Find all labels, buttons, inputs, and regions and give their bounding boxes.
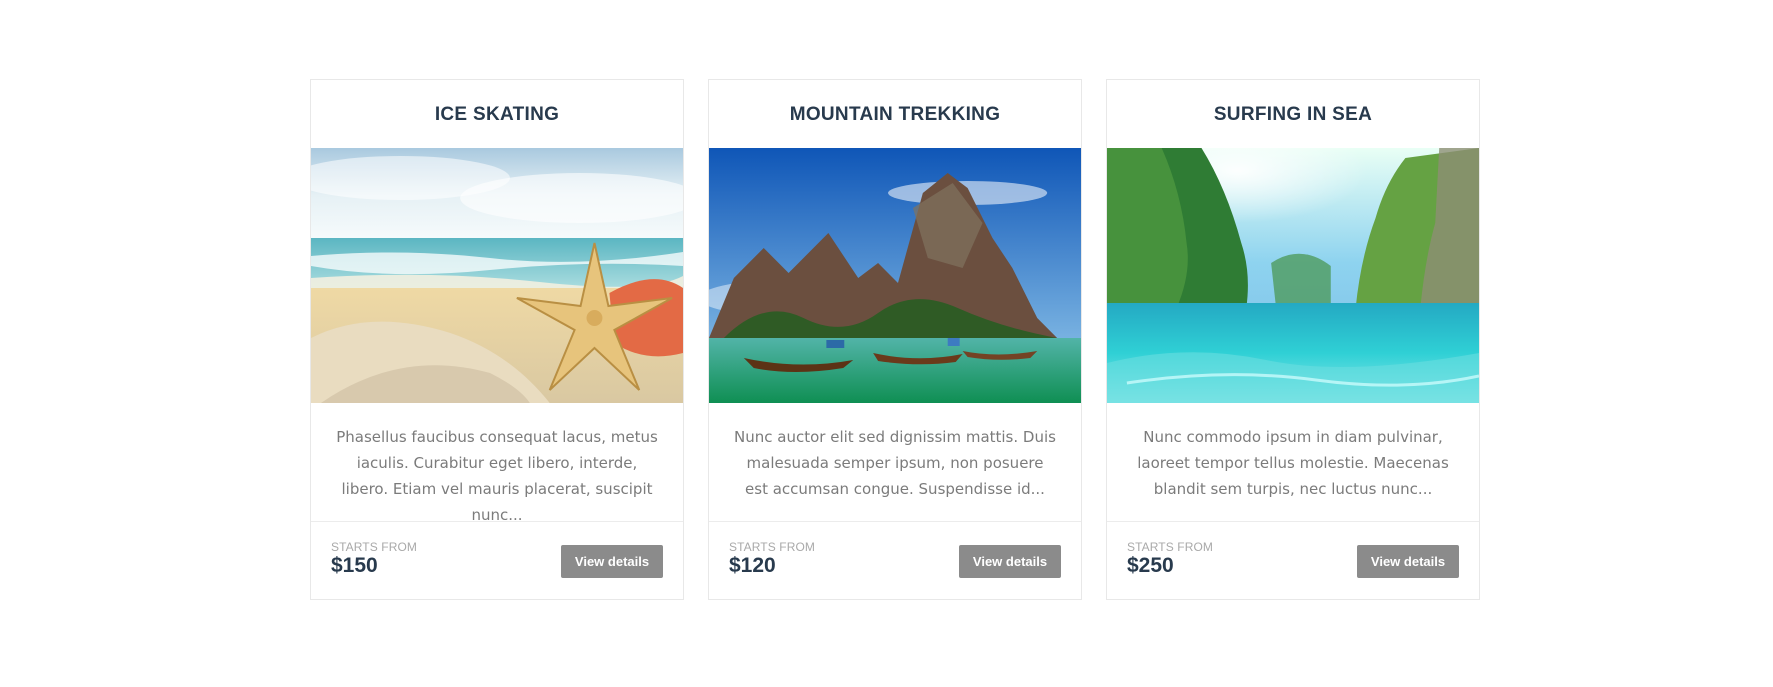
starts-from-label: STARTS FROM	[729, 540, 815, 554]
price: $120	[729, 554, 776, 577]
lagoon-image	[1107, 148, 1479, 403]
price: $150	[331, 554, 378, 577]
card-title: SURFING IN SEA	[1213, 103, 1373, 125]
card-image	[311, 148, 683, 403]
starts-from-label: STARTS FROM	[1127, 540, 1213, 554]
view-details-button[interactable]: View details	[561, 545, 663, 578]
tour-cards-grid: ICE SKATING Phasellus faucibus consequat…	[310, 79, 1480, 600]
card-footer: STARTS FROM $150 View details	[311, 521, 683, 599]
beach-starfish-image	[311, 148, 683, 403]
view-details-button[interactable]: View details	[959, 545, 1061, 578]
card-title: ICE SKATING	[434, 103, 560, 125]
card-description: Phasellus faucibus consequat lacus, metu…	[336, 428, 658, 524]
tour-card-ice-skating: ICE SKATING Phasellus faucibus consequat…	[310, 79, 684, 600]
card-title: MOUNTAIN TREKKING	[789, 103, 1001, 125]
card-description: Nunc commodo ipsum in diam pulvinar, lao…	[1137, 428, 1449, 498]
tour-card-surfing-in-sea: SURFING IN SEA Nunc commodo ipsum in dia…	[1106, 79, 1480, 600]
card-image	[709, 148, 1081, 403]
card-image	[1107, 148, 1479, 403]
mountain-cliffs-image	[709, 148, 1081, 403]
card-footer: STARTS FROM $120 View details	[709, 521, 1081, 599]
card-footer: STARTS FROM $250 View details	[1107, 521, 1479, 599]
card-description: Nunc auctor elit sed dignissim mattis. D…	[734, 428, 1056, 498]
price: $250	[1127, 554, 1174, 577]
starts-from-label: STARTS FROM	[331, 540, 417, 554]
view-details-button[interactable]: View details	[1357, 545, 1459, 578]
tour-card-mountain-trekking: MOUNTAIN TREKKING Nunc auctor elit sed d…	[708, 79, 1082, 600]
